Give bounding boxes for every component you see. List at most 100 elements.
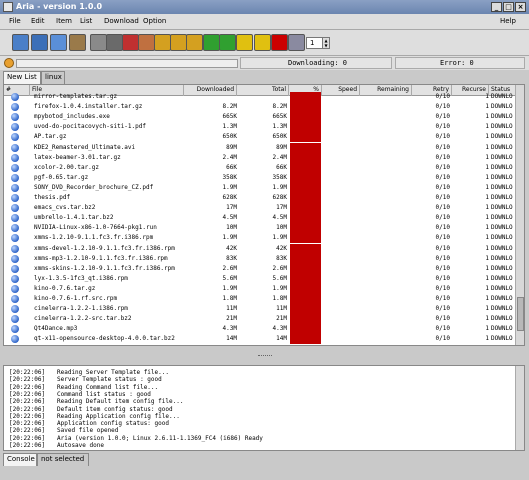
cell-retry: 0/10 xyxy=(435,234,450,241)
list-scrollbar[interactable] xyxy=(515,85,524,345)
add-icon[interactable] xyxy=(203,34,220,51)
table-row[interactable]: kino-0.7.6.tar.gz 1.9M 1.9M 0/10 1 DOWNLO xyxy=(4,284,516,294)
cell-retry: 0/10 xyxy=(435,305,450,312)
table-row[interactable]: umbrello-1.4.1.tar.bz2 4.5M 4.5M 0/10 1 DOWNL… xyxy=(4,213,516,223)
tab-linux[interactable]: linux xyxy=(41,71,65,84)
tab-new-list[interactable]: New List xyxy=(3,71,41,84)
row-progress-fill xyxy=(290,324,321,334)
smiley-icon[interactable] xyxy=(236,34,253,51)
pane-splitter[interactable] xyxy=(0,347,529,365)
delete-icon[interactable] xyxy=(122,34,139,51)
menu-item[interactable]: Item xyxy=(56,17,72,25)
cell-retry: 0/10 xyxy=(435,265,450,272)
table-row[interactable]: mirror-templates.tar.gz 0/10 1 DOWNLO xyxy=(4,92,516,102)
cell-status: DOWNLO xyxy=(491,305,513,312)
spin-arrows[interactable]: ▲ ▼ xyxy=(322,37,330,49)
table-row[interactable]: xmms-skins-1.2.10-9.1.1.fc3.fr.i386.rpm 2… xyxy=(4,264,516,274)
cell-recurse: 1 xyxy=(485,144,489,151)
menu-edit[interactable]: Edit xyxy=(31,17,45,25)
row-progress-fill xyxy=(290,153,321,163)
cell-status: DOWNLO xyxy=(491,245,513,252)
table-row[interactable]: xmms-devel-1.2.10-9.1.1.fc3.fr.i386.rpm 4… xyxy=(4,244,516,254)
cell-file: xmms-mp3-1.2.10-9.1.1.fc3.fr.i386.rpm xyxy=(34,255,168,262)
cell-recurse: 1 xyxy=(485,174,489,181)
cell-status: DOWNLO xyxy=(491,194,513,201)
cell-downloaded: 358K xyxy=(222,174,237,181)
cell-status: DOWNLO xyxy=(491,164,513,171)
lock-icon[interactable] xyxy=(154,34,171,51)
row-progress-bar xyxy=(290,143,321,153)
row-progress-fill xyxy=(290,223,321,233)
speed-knob-icon[interactable] xyxy=(4,58,14,68)
edit-icon[interactable] xyxy=(69,34,86,51)
copy-icon[interactable] xyxy=(90,34,107,51)
row-progress-bar xyxy=(290,244,321,254)
close-button[interactable]: × xyxy=(515,2,526,12)
folder-icon[interactable] xyxy=(12,34,29,51)
toolbar: 1 ▲ ▼ xyxy=(0,30,529,56)
unlock-icon[interactable] xyxy=(170,34,187,51)
cell-file: Qt4Dance.mp3 xyxy=(34,325,78,332)
save-icon[interactable] xyxy=(50,34,67,51)
table-row[interactable]: thesis.pdf 628K 628K 0/10 1 DOWNLO xyxy=(4,193,516,203)
menu-file[interactable]: File xyxy=(9,17,21,25)
cell-file: xmms-1.2.10-9.1.1.fc3.fr.i386.rpm xyxy=(34,234,154,241)
tools-icon[interactable] xyxy=(288,34,305,51)
menu-option[interactable]: Option xyxy=(143,17,166,25)
table-row[interactable]: Qt4Dance.mp3 4.3M 4.3M 0/10 1 DOWNLO xyxy=(4,324,516,334)
cell-status: DOWNLO xyxy=(491,315,513,322)
cell-downloaded: 650K xyxy=(222,133,237,140)
paste-icon[interactable] xyxy=(106,34,123,51)
cell-status: DOWNLO xyxy=(491,154,513,161)
clear-icon[interactable] xyxy=(138,34,155,51)
lock-all-icon[interactable] xyxy=(186,34,203,51)
cell-downloaded: 665K xyxy=(222,113,237,120)
table-row[interactable]: cinelerra-1.2.2-src.tar.bz2 21M 21M 0/10 1 DO… xyxy=(4,314,516,324)
table-row[interactable]: kino-0.7.6-1.rf.src.rpm 1.8M 1.8M 0/10 1 DOWN… xyxy=(4,294,516,304)
stop-icon[interactable] xyxy=(271,34,288,51)
minimize-button[interactable]: _ xyxy=(491,2,502,12)
tab-not-selected[interactable]: not selected xyxy=(37,453,89,466)
table-row[interactable]: xmms-mp3-1.2.10-9.1.1.fc3.fr.i386.rpm 83K… xyxy=(4,254,516,264)
row-progress-bar xyxy=(290,92,321,102)
table-row[interactable]: pgf-0.65.tar.gz 358K 358K 0/10 1 DOWNLO xyxy=(4,173,516,183)
cell-total: 628K xyxy=(272,194,287,201)
table-row[interactable]: AP.tar.gz 650K 650K 0/10 1 DOWNLO xyxy=(4,132,516,142)
open-icon[interactable] xyxy=(31,34,48,51)
menu-list[interactable]: List xyxy=(80,17,92,25)
star-icon[interactable] xyxy=(254,34,271,51)
menu-download[interactable]: Download xyxy=(104,17,139,25)
cell-file: lyx-1.3.5-1fc3_qt.i386.rpm xyxy=(34,275,128,282)
cell-total: 4.5M xyxy=(272,214,287,221)
table-row[interactable]: cinelerra-1.2.2-1.i386.rpm 11M 11M 0/10 1 DOW… xyxy=(4,304,516,314)
tab-console[interactable]: Console xyxy=(3,453,37,466)
table-row[interactable]: SONY_DVD_Recorder_brochure_CZ.pdf 1.9M 1.9… xyxy=(4,183,516,193)
table-row[interactable]: xmms-1.2.10-9.1.1.fc3.fr.i386.rpm 1.9M 1.9… xyxy=(4,233,516,243)
cell-status: DOWNLO xyxy=(491,224,513,231)
table-row[interactable]: uvod-do-pocitacovych-siti-1.pdf 1.3M 1.3M 0… xyxy=(4,122,516,132)
table-row[interactable]: firefox-1.0.4.installer.tar.gz 8.2M 8.2M 0/… xyxy=(4,102,516,112)
table-row[interactable]: mpybotod_includes.exe 665K 665K 0/10 1 DOWNLO xyxy=(4,112,516,122)
table-row[interactable]: emacs_cvs.tar.bz2 17M 17M 0/10 1 DOWNLO xyxy=(4,203,516,213)
cell-file: cinelerra-1.2.2-1.i386.rpm xyxy=(34,305,128,312)
row-progress-bar xyxy=(290,102,321,112)
table-row[interactable]: KDE2_Remastered_Ultimate.avi 89M 89M 0/10 1 D… xyxy=(4,143,516,153)
row-progress-fill xyxy=(290,294,321,304)
splitter-grip[interactable] xyxy=(258,355,272,357)
maximize-button[interactable]: □ xyxy=(503,2,514,12)
cell-total: 1.9M xyxy=(272,184,287,191)
menu-help[interactable]: Help xyxy=(500,17,516,25)
table-row[interactable]: qt-x11-opensource-desktop-4.0.0.tar.bz2 1… xyxy=(4,334,516,344)
row-progress-bar xyxy=(290,122,321,132)
refresh-icon[interactable] xyxy=(219,34,236,51)
row-progress-fill xyxy=(290,143,321,153)
console-scrollbar[interactable] xyxy=(515,366,524,450)
table-row[interactable]: lyx-1.3.5-1fc3_qt.i386.rpm 5.6M 5.6M 0/10 1 D… xyxy=(4,274,516,284)
row-progress-fill xyxy=(290,163,321,173)
cell-total: 1.9M xyxy=(272,285,287,292)
table-row[interactable]: xcolor-2.00.tar.gz 66K 66K 0/10 1 DOWNLO xyxy=(4,163,516,173)
table-row[interactable]: NVIDIA-Linux-x86-1.0-7664-pkg1.run 10M 10M… xyxy=(4,223,516,233)
table-row[interactable]: latex-beamer-3.01.tar.gz 2.4M 2.4M 0/10 1 DOW… xyxy=(4,153,516,163)
cell-retry: 0/10 xyxy=(435,174,450,181)
list-scrollbar-thumb[interactable] xyxy=(517,297,524,331)
